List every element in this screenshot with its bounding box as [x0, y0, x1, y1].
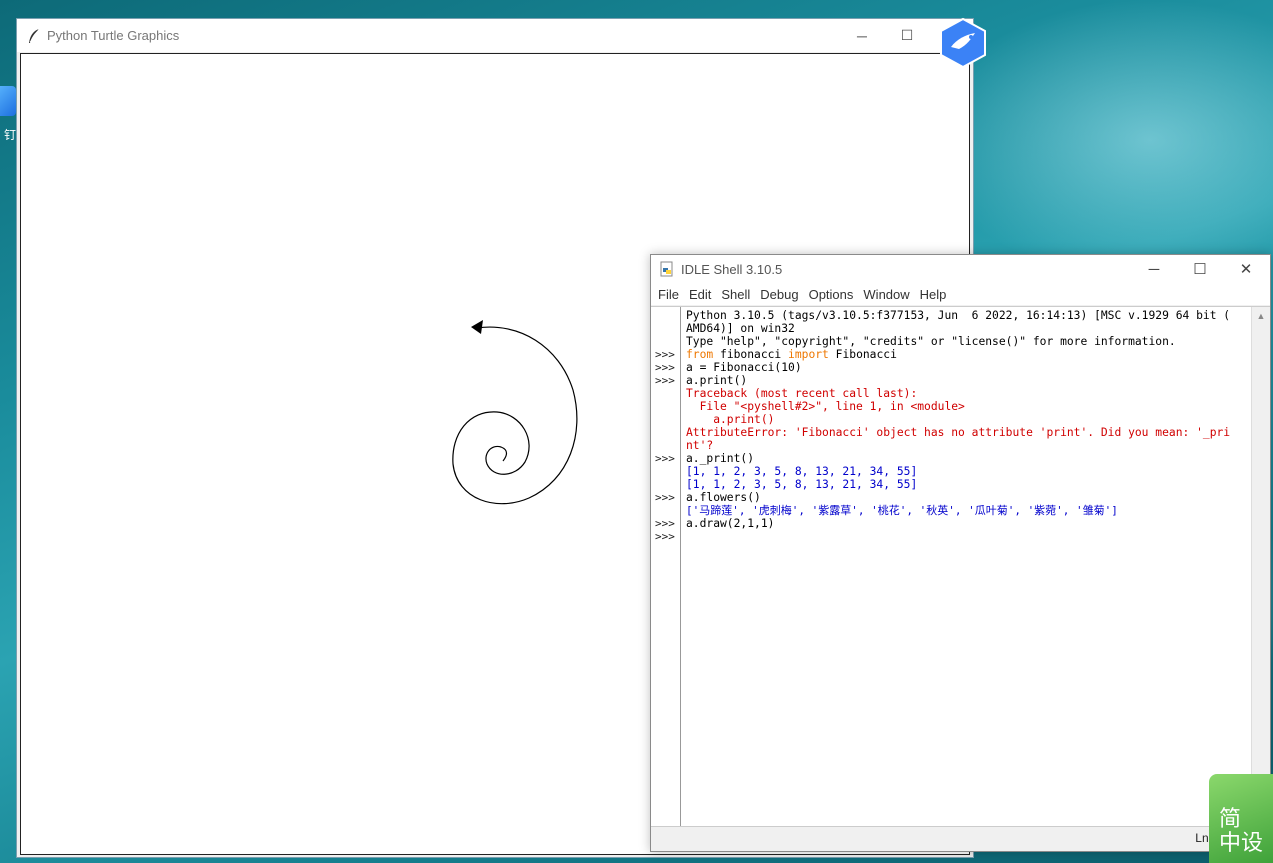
idle-window-title: IDLE Shell 3.10.5 [681, 261, 783, 277]
desktop-shortcut[interactable]: 钉 [0, 86, 16, 146]
shell-line: Type "help", "copyright", "credits" or "… [686, 335, 1176, 348]
shell-prompt: >>> [655, 491, 675, 504]
ime-badge-line1: 简 [1219, 807, 1242, 832]
spiral-path [452, 326, 578, 505]
menu-shell[interactable]: Shell [716, 287, 755, 302]
shell-line: a.draw(2,1,1) [686, 517, 775, 530]
idle-titlebar[interactable]: IDLE Shell 3.10.5 ─ ☐ ✕ [651, 255, 1270, 283]
scroll-up-icon[interactable]: ▲ [1252, 307, 1270, 324]
feishu-badge-icon[interactable] [937, 17, 989, 69]
shell-output-line: [1, 1, 2, 3, 5, 8, 13, 21, 34, 55] [686, 478, 918, 491]
idle-maximize-button[interactable]: ☐ [1177, 255, 1223, 283]
shell-line: a.print() [686, 374, 748, 387]
app-shortcut-icon [0, 86, 16, 116]
shell-prompt: >>> [655, 452, 675, 465]
shell-prompt: >>> [655, 348, 675, 361]
shell-error-line: a.print() [686, 413, 775, 426]
shell-error-line: File "<pyshell#2>", line 1, in <module> [686, 400, 965, 413]
shell-error-line: nt'? [686, 439, 714, 452]
idle-close-button[interactable]: ✕ [1223, 255, 1269, 283]
idle-menubar: File Edit Shell Debug Options Window Hel… [651, 283, 1270, 305]
idle-shell-window: IDLE Shell 3.10.5 ─ ☐ ✕ File Edit Shell … [650, 254, 1271, 852]
ime-badge-line2: 中设 [1219, 831, 1264, 856]
shell-scrollbar[interactable]: ▲ [1251, 307, 1270, 829]
turtle-window-title: Python Turtle Graphics [47, 28, 180, 43]
shell-line: a.flowers() [686, 491, 761, 504]
menu-help[interactable]: Help [915, 287, 952, 302]
shell-prompt: >>> [655, 530, 675, 543]
menu-debug[interactable]: Debug [755, 287, 803, 302]
menu-options[interactable]: Options [804, 287, 859, 302]
shell-text-area[interactable]: >>> >>> >>> >>> >>> >>> >>> Python 3.10.… [651, 306, 1270, 829]
menu-edit[interactable]: Edit [684, 287, 716, 302]
shell-line: a._print() [686, 452, 755, 465]
ime-badge[interactable]: 简 中设 [1209, 774, 1273, 863]
idle-statusbar: Ln: 1 [651, 826, 1270, 851]
shell-prompt: >>> [655, 361, 675, 374]
turtle-arrow-icon [471, 320, 483, 334]
shell-output-line: [1, 1, 2, 3, 5, 8, 13, 21, 34, 55] [686, 465, 918, 478]
feather-icon [29, 28, 40, 43]
shell-prompt: >>> [655, 517, 675, 530]
idle-minimize-button[interactable]: ─ [1131, 255, 1177, 283]
turtle-minimize-button[interactable]: ─ [839, 19, 885, 52]
shell-line-import: from fibonacci import Fibonacci [686, 348, 897, 361]
shell-prompt: >>> [655, 374, 675, 387]
shell-output-line: ['马蹄莲', '虎刺梅', '紫露草', '桃花', '秋英', '瓜叶菊',… [686, 504, 1118, 517]
turtle-titlebar[interactable]: Python Turtle Graphics ─ ☐ [17, 19, 973, 52]
shell-error-line: Traceback (most recent call last): [686, 387, 918, 400]
menu-file[interactable]: File [653, 287, 684, 302]
turtle-maximize-button[interactable]: ☐ [884, 19, 930, 52]
shell-line: AMD64)] on win32 [686, 322, 795, 335]
menu-window[interactable]: Window [858, 287, 914, 302]
python-file-icon [660, 261, 673, 277]
prompt-gutter: >>> >>> >>> >>> >>> >>> >>> [651, 307, 681, 829]
shell-error-line: AttributeError: 'Fibonacci' object has n… [686, 426, 1231, 439]
desktop-shortcut-label: 钉 [4, 128, 17, 142]
shell-line: a = Fibonacci(10) [686, 361, 802, 374]
shell-line: Python 3.10.5 (tags/v3.10.5:f377153, Jun… [686, 309, 1231, 322]
